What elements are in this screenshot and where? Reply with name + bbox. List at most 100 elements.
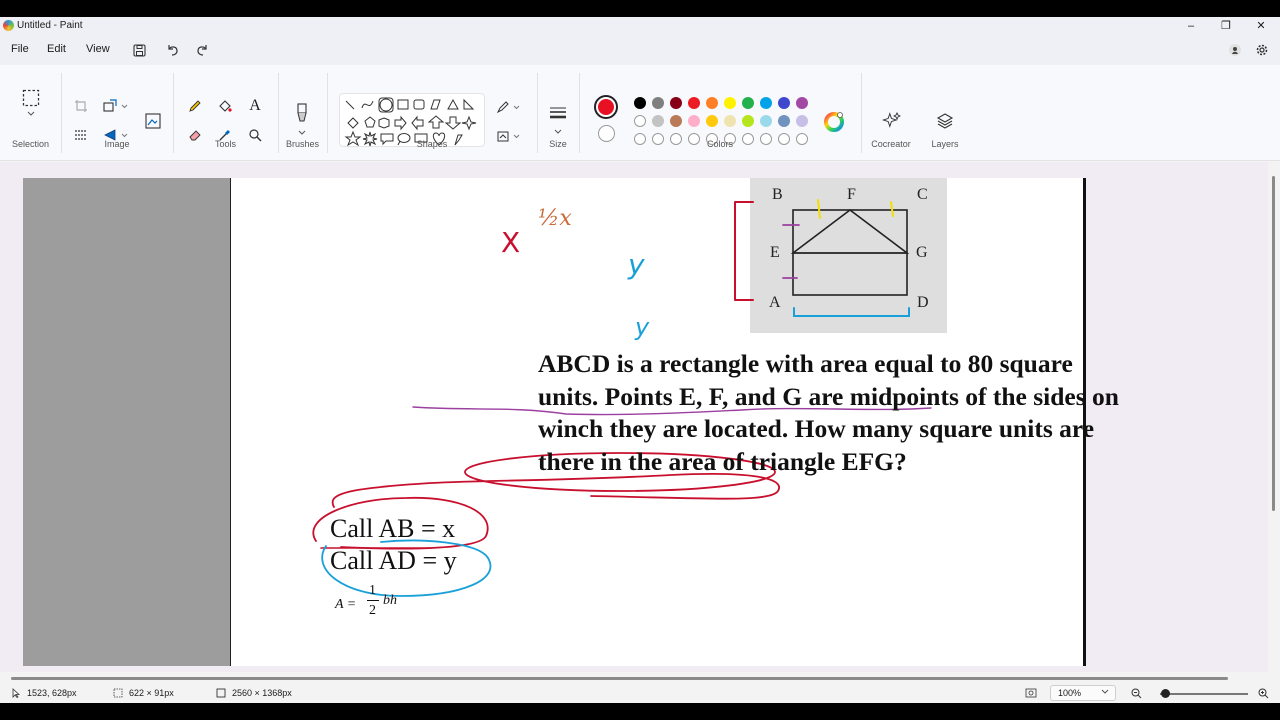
- resize-icon[interactable]: [101, 97, 119, 115]
- ink-label-x: X: [501, 226, 521, 259]
- palette-color-swatch[interactable]: [652, 115, 664, 127]
- ink-label-y-below: y: [635, 313, 650, 341]
- group-label-colors: Colors: [706, 139, 733, 149]
- palette-color-swatch[interactable]: [742, 115, 754, 127]
- group-label-layers: Layers: [931, 139, 959, 149]
- palette-color-swatch[interactable]: [724, 97, 736, 109]
- zoom-in-icon[interactable]: [1258, 688, 1269, 699]
- zoom-slider-track[interactable]: [1160, 693, 1248, 695]
- primary-color-swatch[interactable]: [594, 95, 618, 119]
- resize-chevron-icon[interactable]: [119, 97, 129, 115]
- cocreator-icon[interactable]: [880, 111, 902, 131]
- layers-icon[interactable]: [935, 111, 955, 131]
- horizontal-scroll-thumb[interactable]: [11, 677, 1228, 680]
- paint-window: Untitled - Paint – ❐ ✕ File Edit View Se…: [0, 17, 1280, 703]
- problem-line: winch they are located. How many square …: [538, 414, 1095, 443]
- horizontal-scrollbar[interactable]: [0, 673, 1268, 683]
- cursor-icon: [12, 688, 21, 698]
- formula-fraction-bar: [367, 600, 379, 601]
- maximize-button[interactable]: ❐: [1212, 18, 1240, 34]
- brush-chevron-down-icon[interactable]: [293, 128, 311, 138]
- ink-label-half-x: ½x: [538, 206, 572, 231]
- minimize-button[interactable]: –: [1177, 18, 1205, 34]
- cursor-position-text: 1523, 628px: [27, 688, 77, 698]
- pencil-icon[interactable]: [186, 97, 204, 115]
- menu-bar: File Edit View: [0, 35, 1280, 65]
- problem-line: units. Points E, F, and G are midpoints …: [538, 381, 1119, 411]
- cursor-position: 1523, 628px: [12, 688, 77, 698]
- palette-color-swatch[interactable]: [796, 115, 808, 127]
- palette-color-swatch[interactable]: [688, 97, 700, 109]
- problem-line: ABCD is a rectangle with area equal to 8…: [538, 349, 1073, 378]
- status-bar: 1523, 628px 622 × 91px 2560 × 1368px 100…: [0, 683, 1280, 703]
- outline-chevron-icon[interactable]: [511, 98, 521, 116]
- close-button[interactable]: ✕: [1247, 18, 1275, 34]
- drawing-canvas[interactable]: B F C E G A D X ½x y y ABCD is a rectang…: [231, 178, 1119, 666]
- formula-denominator: 2: [369, 603, 376, 618]
- screen-top-bar: [0, 0, 1280, 17]
- formula-numerator: 1: [369, 583, 376, 598]
- selection-rect-icon[interactable]: [21, 88, 41, 108]
- formula-lhs: A =: [335, 597, 357, 612]
- screen-bottom-bar: [0, 703, 1280, 720]
- canvas-size-text: 2560 × 1368px: [232, 688, 292, 698]
- vertical-scrollbar[interactable]: [1268, 162, 1280, 684]
- account-icon[interactable]: [1226, 41, 1244, 59]
- canvas-resize-edge[interactable]: [1083, 178, 1086, 666]
- fit-to-window-icon[interactable]: [1025, 688, 1037, 698]
- palette-color-swatch[interactable]: [778, 115, 790, 127]
- palette-color-swatch[interactable]: [742, 97, 754, 109]
- problem-statement: ABCD is a rectangle with area equal to 8…: [538, 348, 1198, 478]
- palette-color-swatch[interactable]: [670, 115, 682, 127]
- canvas-frame: B F C E G A D X ½x y y ABCD is a rectang…: [23, 178, 1119, 666]
- palette-color-swatch[interactable]: [634, 97, 646, 109]
- menu-edit[interactable]: Edit: [47, 43, 66, 55]
- canvas-workspace: B F C E G A D X ½x y y ABCD is a rectang…: [0, 162, 1280, 672]
- image-select-icon[interactable]: [143, 111, 163, 131]
- palette-color-swatch[interactable]: [724, 115, 736, 127]
- group-label-shapes: Shapes: [416, 139, 448, 149]
- palette-color-swatch[interactable]: [760, 97, 772, 109]
- group-label-size: Size: [549, 139, 567, 149]
- group-label-selection: Selection: [11, 139, 50, 149]
- canvas-size-icon: [216, 688, 226, 698]
- zoom-slider-thumb[interactable]: [1161, 689, 1170, 698]
- problem-line: there in the area of triangle EFG?: [538, 446, 907, 476]
- zoom-dropdown[interactable]: 100%: [1050, 685, 1116, 701]
- ink-label-y-inside: y: [628, 248, 645, 281]
- group-label-image: Image: [104, 139, 130, 149]
- outline-icon[interactable]: [494, 98, 512, 116]
- size-chevron-down-icon[interactable]: [549, 127, 567, 137]
- ribbon: Selection Image A Tools Brushes Shapes S…: [0, 65, 1280, 161]
- palette-color-swatch[interactable]: [706, 115, 718, 127]
- save-icon[interactable]: [130, 41, 148, 59]
- selection-size: 622 × 91px: [113, 688, 174, 698]
- selection-chevron-down-icon[interactable]: [22, 109, 40, 119]
- palette-color-swatch[interactable]: [634, 115, 646, 127]
- zoom-out-icon[interactable]: [1131, 688, 1142, 699]
- crop-icon[interactable]: [72, 97, 90, 115]
- palette-color-swatch[interactable]: [706, 97, 718, 109]
- text-tool-icon[interactable]: A: [246, 97, 264, 115]
- palette-color-swatch[interactable]: [670, 97, 682, 109]
- undo-icon[interactable]: [164, 41, 182, 59]
- area-formula: A = 1 2 bh: [335, 583, 415, 629]
- palette-color-swatch[interactable]: [652, 97, 664, 109]
- line-size-icon[interactable]: [548, 105, 568, 121]
- title-bar: Untitled - Paint – ❐ ✕: [0, 17, 1280, 35]
- menu-file[interactable]: File: [11, 43, 29, 55]
- settings-gear-icon[interactable]: [1253, 41, 1271, 59]
- edit-colors-icon[interactable]: [824, 112, 844, 132]
- fill-bucket-icon[interactable]: [216, 97, 234, 115]
- selection-size-icon: [113, 688, 123, 698]
- zoom-chevron-down-icon: [1101, 687, 1109, 697]
- palette-color-swatch[interactable]: [760, 115, 772, 127]
- redo-icon[interactable]: [193, 41, 211, 59]
- menu-view[interactable]: View: [86, 43, 110, 55]
- vertical-scroll-thumb[interactable]: [1272, 176, 1275, 511]
- palette-color-swatch[interactable]: [778, 97, 790, 109]
- brush-icon[interactable]: [292, 102, 312, 126]
- group-label-cocreator: Cocreator: [871, 139, 911, 149]
- palette-color-swatch[interactable]: [688, 115, 700, 127]
- palette-color-swatch[interactable]: [796, 97, 808, 109]
